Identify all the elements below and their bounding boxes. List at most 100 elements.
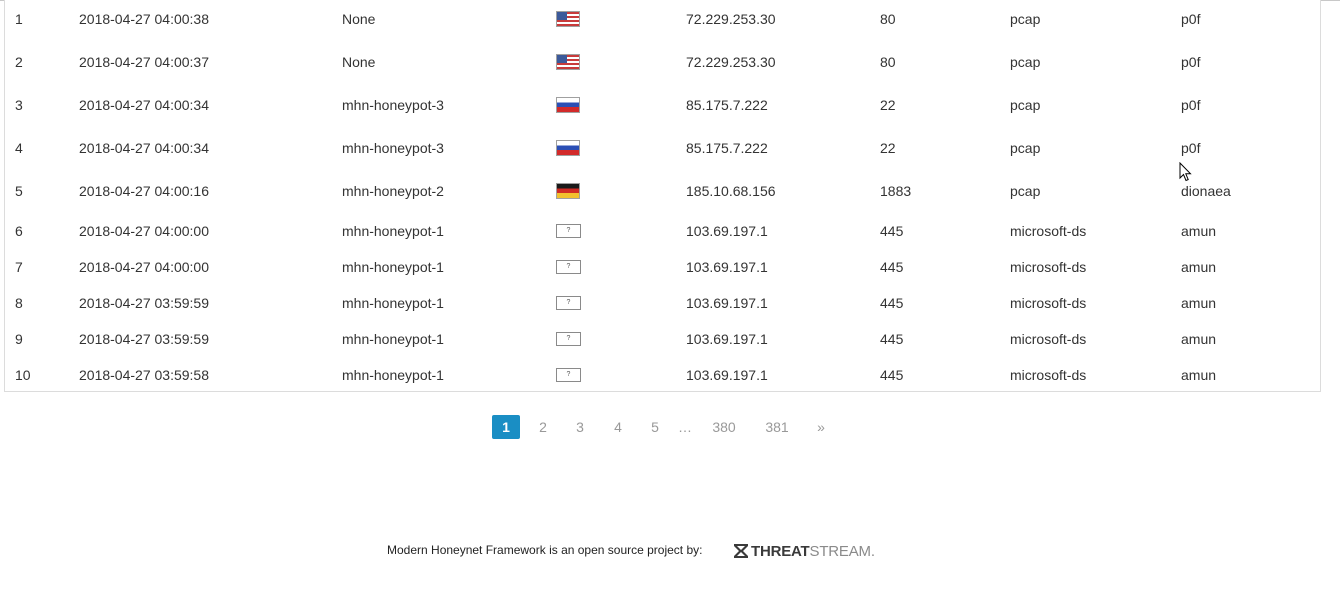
- cell-sensor: mhn-honeypot-3: [342, 140, 444, 156]
- de-flag-icon: [556, 183, 580, 199]
- cell-sensor: mhn-honeypot-1: [342, 295, 444, 311]
- pagination-page-381[interactable]: 381: [760, 415, 794, 439]
- cell-country: [556, 54, 580, 70]
- cell-sensor: mhn-honeypot-1: [342, 367, 444, 383]
- cell-row-number: 4: [15, 140, 23, 156]
- cell-sensor: mhn-honeypot-1: [342, 259, 444, 275]
- cell-port: 80: [880, 54, 896, 70]
- threatstream-logo-icon: [734, 544, 748, 558]
- pagination-page-3[interactable]: 3: [567, 415, 593, 439]
- cell-port: 445: [880, 367, 904, 383]
- unknown-flag-icon: ?: [556, 260, 581, 274]
- ru-flag-icon: [556, 140, 580, 156]
- cell-port: 22: [880, 140, 896, 156]
- cell-row-number: 7: [15, 259, 23, 275]
- cell-country: ?: [556, 367, 581, 382]
- cell-protocol: microsoft-ds: [1010, 223, 1087, 239]
- cell-date: 2018-04-27 04:00:37: [79, 54, 209, 70]
- pagination-next-button[interactable]: »: [810, 415, 832, 439]
- cell-honeypot: amun: [1181, 223, 1217, 239]
- cell-row-number: 6: [15, 223, 23, 239]
- unknown-flag-icon: ?: [556, 224, 581, 238]
- cell-sensor: None: [342, 54, 376, 70]
- cell-honeypot: amun: [1181, 259, 1217, 275]
- cell-date: 2018-04-27 04:00:34: [79, 97, 209, 113]
- cell-row-number: 5: [15, 183, 23, 199]
- cell-sensor: mhn-honeypot-1: [342, 223, 444, 239]
- cell-port: 445: [880, 331, 904, 347]
- pagination-page-1[interactable]: 1: [492, 415, 520, 439]
- cell-protocol: pcap: [1010, 140, 1041, 156]
- cell-source-ip: 103.69.197.1: [686, 259, 768, 275]
- unknown-flag-icon: ?: [556, 368, 581, 382]
- cell-source-ip: 85.175.7.222: [686, 140, 768, 156]
- cell-country: ?: [556, 331, 581, 346]
- us-flag-icon: [556, 54, 580, 70]
- footer-credit-text: Modern Honeynet Framework is an open sou…: [387, 543, 703, 557]
- us-flag-icon: [556, 11, 580, 27]
- cell-source-ip: 103.69.197.1: [686, 331, 768, 347]
- pagination-page-2[interactable]: 2: [530, 415, 556, 439]
- cell-sensor: None: [342, 11, 376, 27]
- cell-date: 2018-04-27 03:59:59: [79, 331, 209, 347]
- cell-protocol: microsoft-ds: [1010, 331, 1087, 347]
- threatstream-wordmark: THREATSTREAM.: [751, 542, 875, 560]
- cell-protocol: pcap: [1010, 54, 1041, 70]
- cell-honeypot: p0f: [1181, 54, 1201, 70]
- pagination-page-5[interactable]: 5: [642, 415, 668, 439]
- cell-port: 22: [880, 97, 896, 113]
- cell-port: 445: [880, 259, 904, 275]
- cell-date: 2018-04-27 04:00:34: [79, 140, 209, 156]
- cell-port: 445: [880, 223, 904, 239]
- pagination-page-380[interactable]: 380: [705, 415, 743, 439]
- cell-sensor: mhn-honeypot-2: [342, 183, 444, 199]
- cell-source-ip: 103.69.197.1: [686, 367, 768, 383]
- cell-sensor: mhn-honeypot-3: [342, 97, 444, 113]
- cell-country: [556, 140, 580, 156]
- cell-row-number: 9: [15, 331, 23, 347]
- cell-honeypot: p0f: [1181, 140, 1201, 156]
- cell-date: 2018-04-27 04:00:16: [79, 183, 209, 199]
- pagination-ellipsis: …: [678, 419, 692, 435]
- cell-port: 445: [880, 295, 904, 311]
- pagination: 1 2 3 4 5 … 380 381 »: [0, 415, 1340, 439]
- cell-protocol: microsoft-ds: [1010, 295, 1087, 311]
- cell-date: 2018-04-27 03:59:59: [79, 295, 209, 311]
- unknown-flag-icon: ?: [556, 296, 581, 310]
- cell-country: [556, 183, 580, 199]
- cell-date: 2018-04-27 04:00:38: [79, 11, 209, 27]
- unknown-flag-icon: ?: [556, 332, 581, 346]
- cell-row-number: 2: [15, 54, 23, 70]
- cell-port: 80: [880, 11, 896, 27]
- cell-row-number: 3: [15, 97, 23, 113]
- cell-source-ip: 72.229.253.30: [686, 11, 776, 27]
- cell-country: [556, 11, 580, 27]
- cell-honeypot: p0f: [1181, 11, 1201, 27]
- cell-protocol: pcap: [1010, 11, 1041, 27]
- cell-row-number: 8: [15, 295, 23, 311]
- cell-honeypot: dionaea: [1181, 183, 1231, 199]
- cell-row-number: 10: [15, 367, 31, 383]
- threatstream-logo[interactable]: THREATSTREAM.: [733, 542, 875, 560]
- cell-honeypot: p0f: [1181, 97, 1201, 113]
- ru-flag-icon: [556, 97, 580, 113]
- cell-row-number: 1: [15, 11, 23, 27]
- cell-protocol: microsoft-ds: [1010, 367, 1087, 383]
- pagination-page-4[interactable]: 4: [605, 415, 631, 439]
- cell-honeypot: amun: [1181, 295, 1217, 311]
- attacks-table: 1 2018-04-27 04:00:38 None 72.229.253.30 80 p…: [4, 0, 1321, 392]
- cell-country: [556, 97, 580, 113]
- cell-port: 1883: [880, 183, 912, 199]
- cell-source-ip: 103.69.197.1: [686, 295, 768, 311]
- cell-protocol: pcap: [1010, 97, 1041, 113]
- cell-source-ip: 185.10.68.156: [686, 183, 776, 199]
- cell-date: 2018-04-27 04:00:00: [79, 223, 209, 239]
- cell-source-ip: 85.175.7.222: [686, 97, 768, 113]
- mouse-cursor-icon: [1179, 162, 1192, 182]
- cell-date: 2018-04-27 04:00:00: [79, 259, 209, 275]
- cell-source-ip: 103.69.197.1: [686, 223, 768, 239]
- cell-country: ?: [556, 223, 581, 238]
- cell-country: ?: [556, 259, 581, 274]
- footer: Modern Honeynet Framework is an open sou…: [0, 540, 1340, 562]
- cell-source-ip: 72.229.253.30: [686, 54, 776, 70]
